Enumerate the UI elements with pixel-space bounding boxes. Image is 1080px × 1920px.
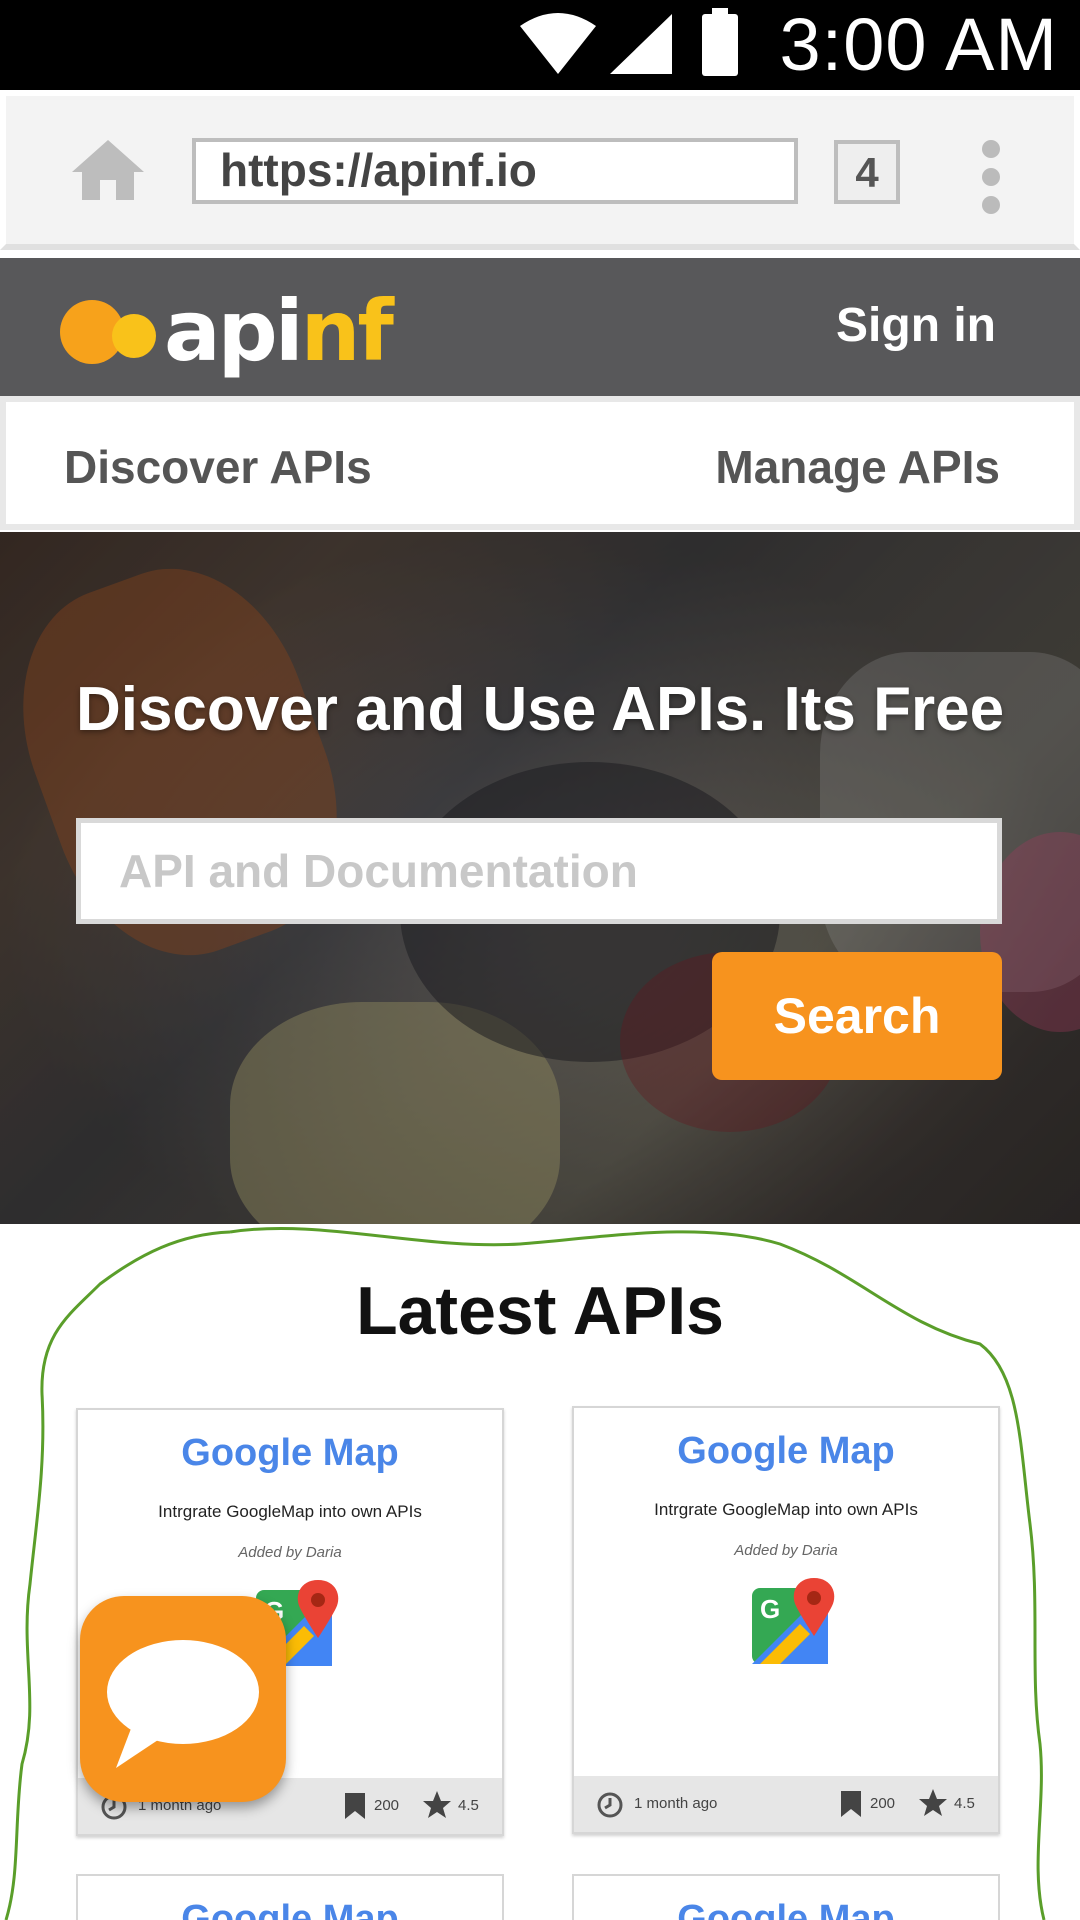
hero-title: Discover and Use APIs. Its Free bbox=[75, 675, 1005, 744]
chat-bubble-icon bbox=[107, 1640, 259, 1768]
bookmark-icon[interactable] bbox=[840, 1790, 862, 1818]
site-header: apinf Sign in bbox=[0, 258, 1080, 396]
api-card-rating: 4.5 bbox=[458, 1797, 479, 1814]
wifi-icon bbox=[520, 13, 596, 74]
logo-text-accent: nf bbox=[300, 282, 394, 380]
battery-icon bbox=[702, 8, 738, 76]
main-nav: Discover APIs Manage APIs bbox=[0, 396, 1080, 530]
status-time: 3:00 AM bbox=[779, 3, 1058, 86]
search-button[interactable]: Search bbox=[712, 952, 1002, 1080]
latest-apis-title: Latest APIs bbox=[356, 1273, 724, 1349]
star-icon bbox=[919, 1789, 947, 1816]
api-card-age: 1 month ago bbox=[634, 1795, 718, 1812]
tab-count-button[interactable]: 4 bbox=[834, 140, 900, 204]
search-input[interactable]: API and Documentation bbox=[76, 818, 1002, 924]
clock-icon bbox=[597, 1792, 623, 1818]
overflow-menu-icon[interactable] bbox=[982, 140, 1002, 214]
api-card-title[interactable]: Google Map bbox=[574, 1430, 998, 1473]
api-card-description: Intrgrate GoogleMap into own APIs bbox=[158, 1502, 422, 1521]
api-card-bookmarks: 200 bbox=[870, 1795, 896, 1812]
url-bar[interactable]: https://apinf.io bbox=[192, 138, 798, 204]
api-card-title[interactable]: Google Map bbox=[574, 1898, 998, 1920]
google-maps-icon: G bbox=[752, 1578, 835, 1664]
api-card-bookmarks: 200 bbox=[374, 1797, 400, 1814]
apinf-logo[interactable]: apinf bbox=[60, 282, 394, 380]
star-icon bbox=[423, 1791, 451, 1818]
logo-text-main: api bbox=[164, 282, 304, 380]
chat-button[interactable] bbox=[80, 1596, 286, 1802]
api-card-title[interactable]: Google Map bbox=[78, 1432, 502, 1475]
cell-signal-icon bbox=[610, 14, 672, 74]
nav-manage-apis[interactable]: Manage APIs bbox=[715, 440, 1000, 494]
api-card[interactable]: Google Map bbox=[572, 1874, 1000, 1920]
api-card-author: Added by Daria bbox=[238, 1544, 342, 1561]
api-card-author: Added by Daria bbox=[734, 1542, 838, 1559]
api-card[interactable]: Google Map Intrgrate GoogleMap into own … bbox=[572, 1406, 1000, 1834]
browser-toolbar: https://apinf.io 4 bbox=[0, 90, 1080, 250]
home-icon[interactable] bbox=[70, 136, 146, 202]
latest-apis-section: Latest APIs Google Map Intrgrate GoogleM… bbox=[0, 1224, 1080, 1920]
status-bar: 3:00 AM bbox=[0, 0, 1080, 90]
api-card-rating: 4.5 bbox=[954, 1795, 975, 1812]
hero-banner: Discover and Use APIs. Its Free API and … bbox=[0, 532, 1080, 1224]
api-card-title[interactable]: Google Map bbox=[78, 1898, 502, 1920]
bookmark-icon[interactable] bbox=[344, 1792, 366, 1820]
svg-text:G: G bbox=[760, 1594, 780, 1624]
api-card-footer: 1 month ago 200 4.5 bbox=[574, 1776, 998, 1832]
api-card-description: Intrgrate GoogleMap into own APIs bbox=[654, 1500, 918, 1519]
nav-discover-apis[interactable]: Discover APIs bbox=[64, 440, 372, 494]
api-card[interactable]: Google Map bbox=[76, 1874, 504, 1920]
sign-in-link[interactable]: Sign in bbox=[836, 298, 996, 353]
